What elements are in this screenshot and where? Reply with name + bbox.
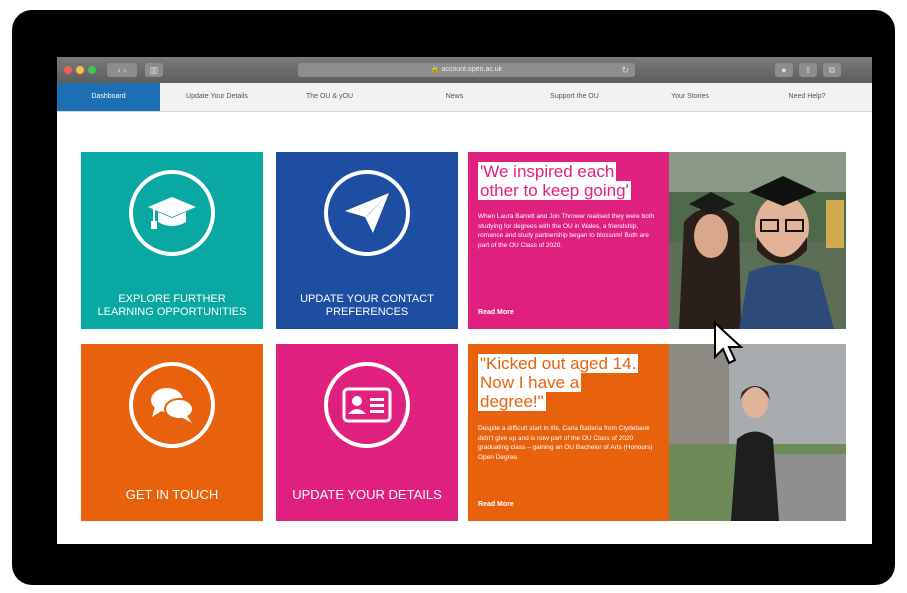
graduate-portrait-photo: [669, 344, 846, 521]
story-card-kicked-out[interactable]: "Kicked out aged 14. Now I have a degree…: [468, 344, 846, 521]
story-text-panel: "Kicked out aged 14. Now I have a degree…: [468, 344, 669, 521]
tabs-icon[interactable]: ⧉: [823, 63, 841, 77]
contact-preferences-label: UPDATE YOUR CONTACT PREFERENCES: [300, 293, 434, 318]
browser-window: ‹ › ▥ 🔒 account.open.ac.uk ↻ ● ⇪ ⧉ Dashb…: [57, 57, 872, 544]
graduates-photo: [669, 152, 846, 329]
address-bar[interactable]: 🔒 account.open.ac.uk ↻: [298, 63, 635, 77]
main-navigation: Dashboard Update Your Details The OU & y…: [57, 83, 872, 112]
address-text: 🔒 account.open.ac.uk: [430, 66, 503, 73]
download-icon[interactable]: ●: [775, 63, 793, 77]
read-more-link[interactable]: Read More: [478, 501, 514, 508]
reload-icon[interactable]: ↻: [621, 63, 629, 77]
tab-news[interactable]: News: [432, 83, 477, 111]
minimize-window-button[interactable]: [76, 66, 84, 74]
id-card-icon: [324, 362, 410, 448]
maximize-window-button[interactable]: [88, 66, 96, 74]
tab-support-the-ou[interactable]: Support the OU: [532, 83, 617, 111]
story-text-panel: 'We inspired each other to keep going' W…: [468, 152, 669, 329]
story-summary: When Laura Barrett and Jon Thrower reali…: [478, 213, 655, 249]
tab-need-help[interactable]: Need Help?: [772, 83, 842, 111]
story-headline: 'We inspired each other to keep going': [478, 162, 631, 200]
tab-the-ou-and-you[interactable]: The OU & yOU: [292, 83, 367, 111]
tab-dashboard[interactable]: Dashboard: [57, 83, 160, 111]
mouse-pointer-icon: [714, 321, 744, 365]
update-details-label: UPDATE YOUR DETAILS: [292, 487, 442, 502]
explore-learning-tile[interactable]: EXPLORE FURTHER LEARNING OPPORTUNITIES: [81, 152, 263, 329]
get-in-touch-label: GET IN TOUCH: [125, 487, 219, 502]
sidebar-toggle-icon[interactable]: ▥: [145, 63, 163, 77]
tab-update-your-details[interactable]: Update Your Details: [177, 83, 257, 111]
get-in-touch-tile[interactable]: GET IN TOUCH: [81, 344, 263, 521]
tab-your-stories[interactable]: Your Stories: [655, 83, 725, 111]
browser-toolbar: ‹ › ▥ 🔒 account.open.ac.uk ↻ ● ⇪ ⧉: [57, 57, 872, 83]
close-window-button[interactable]: [64, 66, 72, 74]
update-details-tile[interactable]: UPDATE YOUR DETAILS: [276, 344, 458, 521]
back-forward-button[interactable]: ‹ ›: [107, 63, 137, 77]
paper-plane-icon: [324, 170, 410, 256]
story-summary: Despite a difficult start in life, Carla…: [478, 425, 653, 461]
explore-learning-label: EXPLORE FURTHER LEARNING OPPORTUNITIES: [97, 293, 247, 318]
graduation-cap-icon: [129, 170, 215, 256]
read-more-link[interactable]: Read More: [478, 309, 514, 316]
share-icon[interactable]: ⇪: [799, 63, 817, 77]
contact-preferences-tile[interactable]: UPDATE YOUR CONTACT PREFERENCES: [276, 152, 458, 329]
chat-bubbles-icon: [129, 362, 215, 448]
story-headline: "Kicked out aged 14. Now I have a degree…: [478, 354, 639, 411]
story-card-inspired[interactable]: 'We inspired each other to keep going' W…: [468, 152, 846, 329]
